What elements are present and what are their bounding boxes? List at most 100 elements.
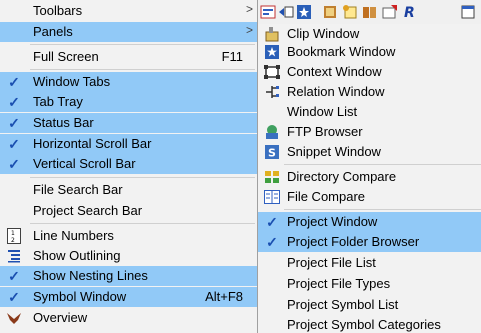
outlining-icon [6, 248, 22, 264]
menu-item-label: Show Outlining [33, 248, 121, 263]
relation-window-icon [264, 84, 280, 100]
menu-item-label: Directory Compare [287, 169, 397, 184]
check-icon: ✓ [266, 233, 278, 250]
toolbar-arrow-list-icon[interactable] [278, 4, 294, 20]
menu-item-status-bar[interactable]: ✓ Status Bar [0, 113, 257, 133]
menu-item-directory-compare[interactable]: Directory Compare [258, 167, 481, 187]
menu-item-vertical-scroll-bar[interactable]: ✓ Vertical Scroll Bar [0, 154, 257, 174]
menu-item-toolbars[interactable]: Toolbars > [0, 1, 257, 21]
directory-compare-icon [264, 169, 280, 185]
menu-item-label: Bookmark Window [287, 44, 396, 59]
check-icon: ✓ [8, 155, 20, 172]
svg-text:1: 1 [11, 230, 15, 237]
menu-item-label: Project File List [287, 255, 376, 270]
menu-item-label: Toolbars [33, 3, 83, 18]
toolbar-strip: R [258, 0, 481, 25]
menu-item-horizontal-scroll-bar[interactable]: ✓ Horizontal Scroll Bar [0, 134, 257, 154]
view-menu: Toolbars > Panels > Full Screen F11 ✓ Wi… [0, 0, 258, 333]
toolbar-books-icon[interactable] [362, 4, 378, 20]
menu-item-full-screen[interactable]: Full Screen F11 [0, 47, 257, 67]
menu-item-label: File Compare [287, 189, 366, 204]
snippet-window-icon: S [264, 144, 280, 160]
menu-separator [284, 209, 481, 210]
menu-item-show-nesting-lines[interactable]: ✓ Show Nesting Lines [0, 266, 257, 286]
clip-window-icon [264, 26, 280, 42]
menu-item-window-list[interactable]: Window List [258, 102, 481, 122]
panels-submenu: Clip Window Bookmark Window Context Wind… [258, 24, 481, 333]
menu-item-label: Project Folder Browser [287, 234, 420, 249]
svg-text:R: R [404, 5, 415, 20]
menu-item-label: Panels [33, 24, 73, 39]
toolbar-r-icon[interactable]: R [402, 4, 418, 20]
menu-item-label: Project Search Bar [33, 203, 143, 218]
check-icon: ✓ [8, 114, 20, 131]
svg-text:2: 2 [11, 237, 15, 244]
menu-item-tab-tray[interactable]: ✓ Tab Tray [0, 92, 257, 112]
toolbar-notes-icon[interactable] [342, 4, 358, 20]
menu-separator [30, 177, 255, 178]
menu-item-symbol-window[interactable]: ✓ Symbol Window Alt+F8 [0, 287, 257, 307]
menu-item-label: Project Symbol Categories [287, 317, 441, 332]
menu-item-label: Relation Window [287, 84, 385, 99]
menu-item-label: Vertical Scroll Bar [33, 156, 136, 171]
menu-item-window-tabs[interactable]: ✓ Window Tabs [0, 72, 257, 92]
menu-item-label: File Search Bar [33, 182, 123, 197]
menu-item-label: Context Window [287, 64, 382, 79]
menu-item-clip-window[interactable]: Clip Window [258, 24, 481, 44]
menu-separator [30, 44, 255, 45]
menu-item-label: Project Window [287, 214, 378, 229]
menu-item-show-outlining[interactable]: Show Outlining [0, 246, 257, 266]
menu-separator [284, 164, 481, 165]
menu-separator [30, 223, 255, 224]
menu-item-file-compare[interactable]: File Compare [258, 187, 481, 207]
menu-item-project-symbol-list[interactable]: Project Symbol List [258, 295, 481, 315]
menu-item-label: Snippet Window [287, 144, 381, 159]
overview-bird-icon [6, 310, 22, 326]
menu-item-label: Overview [33, 310, 88, 325]
menu-separator [30, 69, 255, 70]
menu-item-context-window[interactable]: Context Window [258, 62, 481, 82]
check-icon: ✓ [8, 93, 20, 110]
check-icon: ✓ [8, 288, 20, 305]
menu-item-label: Full Screen [33, 49, 99, 64]
menu-item-project-file-list[interactable]: Project File List [258, 253, 481, 273]
ftp-browser-icon [264, 124, 280, 140]
menu-item-label: Tab Tray [33, 94, 83, 109]
menu-item-project-search-bar[interactable]: Project Search Bar [0, 201, 257, 221]
menu-item-label: FTP Browser [287, 124, 363, 139]
submenu-arrow-icon: > [245, 2, 253, 16]
menu-item-label: Window List [287, 104, 358, 119]
toolbar-chart-up-icon[interactable] [382, 4, 398, 20]
toolbar-star-icon[interactable] [296, 4, 312, 20]
check-icon: ✓ [8, 73, 20, 90]
menu-item-label: Window Tabs [33, 74, 111, 89]
bookmark-star-icon [264, 44, 280, 60]
menu-item-bookmark-window[interactable]: Bookmark Window [258, 42, 481, 62]
menu-item-project-file-types[interactable]: Project File Types [258, 274, 481, 294]
toolbar-pin-icon[interactable] [260, 4, 276, 20]
context-window-icon [264, 64, 280, 80]
menu-item-panels[interactable]: Panels > [0, 22, 257, 42]
line-numbers-icon: 12 [6, 228, 22, 244]
menu-item-label: Project Symbol List [287, 297, 399, 312]
check-icon: ✓ [266, 213, 278, 230]
menu-item-line-numbers[interactable]: 12 Line Numbers [0, 226, 257, 246]
menu-item-ftp-browser[interactable]: FTP Browser [258, 122, 481, 142]
menu-item-project-window[interactable]: ✓ Project Window [258, 212, 481, 232]
menu-item-file-search-bar[interactable]: File Search Bar [0, 180, 257, 200]
menu-item-label: Status Bar [33, 115, 94, 130]
submenu-arrow-icon: > [245, 23, 253, 37]
menu-item-shortcut: F11 [221, 49, 243, 64]
file-compare-icon [264, 189, 280, 205]
menu-item-label: Horizontal Scroll Bar [33, 136, 152, 151]
menu-item-overview[interactable]: Overview [0, 308, 257, 328]
menu-item-project-folder-browser[interactable]: ✓ Project Folder Browser [258, 232, 481, 252]
toolbar-window-icon[interactable] [460, 4, 476, 20]
toolbar-book-icon[interactable] [322, 4, 338, 20]
menu-item-project-symbol-categories[interactable]: Project Symbol Categories [258, 315, 481, 333]
svg-text:S: S [268, 147, 276, 160]
menu-item-label: Project File Types [287, 276, 391, 291]
menu-item-relation-window[interactable]: Relation Window [258, 82, 481, 102]
menu-item-label: Line Numbers [33, 228, 114, 243]
menu-item-snippet-window[interactable]: S Snippet Window [258, 142, 481, 162]
